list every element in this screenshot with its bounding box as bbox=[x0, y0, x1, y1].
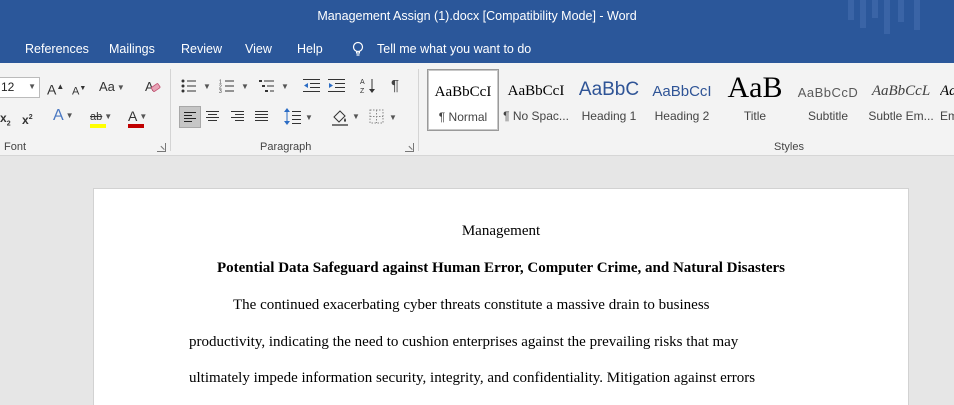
style-subtle-emphasis[interactable]: AaBbCcL Subtle Em... bbox=[865, 69, 937, 131]
tell-me-search[interactable]: Tell me what you want to do bbox=[377, 42, 531, 56]
style-no-spacing[interactable]: AaBbCcI ¶ No Spac... bbox=[500, 69, 572, 131]
align-right-icon[interactable] bbox=[230, 110, 246, 124]
font-color-swatch bbox=[128, 124, 144, 128]
svg-text:▼: ▼ bbox=[389, 113, 397, 122]
styles-gallery: AaBbCcI ¶ Normal AaBbCcI ¶ No Spac... Aa… bbox=[427, 69, 954, 131]
paragraph-group-label: Paragraph bbox=[260, 141, 312, 153]
svg-text:▼: ▼ bbox=[281, 82, 289, 91]
group-separator bbox=[418, 69, 419, 151]
tab-help[interactable]: Help bbox=[297, 42, 323, 56]
multilevel-list-icon[interactable]: ▼ bbox=[259, 79, 293, 93]
highlight-color-swatch bbox=[90, 124, 106, 128]
tab-mailings[interactable]: Mailings bbox=[109, 42, 155, 56]
body-line-1: The continued exacerbating cyber threats… bbox=[233, 297, 710, 313]
font-dialog-launcher-icon[interactable] bbox=[157, 143, 166, 152]
svg-text:Z: Z bbox=[360, 88, 365, 95]
show-formatting-marks-icon[interactable]: ¶ bbox=[391, 78, 399, 94]
svg-text:A: A bbox=[360, 79, 365, 86]
svg-text:▼: ▼ bbox=[241, 82, 249, 91]
shading-icon[interactable]: ▼ bbox=[330, 107, 362, 127]
superscript-icon[interactable]: x2 bbox=[22, 110, 33, 128]
align-center-icon[interactable] bbox=[205, 110, 221, 124]
sort-icon[interactable]: AZ bbox=[360, 77, 376, 95]
style-subtitle[interactable]: AaBbCcD Subtitle bbox=[792, 69, 864, 131]
document-page[interactable]: Management Potential Data Safeguard agai… bbox=[94, 189, 908, 405]
paragraph-dialog-launcher-icon[interactable] bbox=[405, 143, 414, 152]
svg-text:▼: ▼ bbox=[305, 113, 313, 122]
body-line-3: ultimately impede information security, … bbox=[189, 370, 756, 386]
increase-indent-icon[interactable] bbox=[328, 78, 346, 94]
tab-view[interactable]: View bbox=[245, 42, 272, 56]
align-left-icon bbox=[184, 112, 196, 122]
title-bar: Management Assign (1).docx [Compatibilit… bbox=[0, 0, 954, 34]
chevron-down-icon: ▼ bbox=[28, 82, 36, 91]
document-title: Potential Data Safeguard against Human E… bbox=[216, 260, 786, 276]
borders-icon[interactable]: ▼ bbox=[369, 108, 401, 126]
subscript-icon[interactable]: x2 bbox=[0, 110, 11, 132]
document-header-text: Management bbox=[461, 223, 541, 239]
decrease-indent-icon[interactable] bbox=[303, 78, 321, 94]
ribbon-tabs: References Mailings Review View Help Tel… bbox=[0, 34, 954, 63]
clear-formatting-icon[interactable]: A bbox=[144, 78, 162, 96]
change-case-icon[interactable]: Aa ▼ bbox=[99, 79, 125, 96]
window-title: Management Assign (1).docx [Compatibilit… bbox=[317, 9, 637, 23]
style-heading-1[interactable]: AaBbC Heading 1 bbox=[573, 69, 645, 131]
svg-text:3: 3 bbox=[219, 89, 222, 93]
body-line-2: productivity, indicating the need to cus… bbox=[189, 334, 739, 350]
line-spacing-icon[interactable]: ▼ bbox=[284, 108, 316, 126]
highlight-icon[interactable]: ab ▼ bbox=[90, 108, 112, 125]
style-emphasis[interactable]: Aa Em bbox=[938, 69, 954, 131]
styles-group-label: Styles bbox=[774, 141, 804, 153]
justify-icon[interactable] bbox=[254, 110, 270, 124]
group-separator bbox=[170, 69, 171, 151]
svg-text:▼: ▼ bbox=[352, 112, 360, 121]
font-group-label: Font bbox=[4, 141, 27, 153]
font-size-box[interactable]: 12 ▼ bbox=[0, 77, 40, 98]
ribbon: 12 ▼ A▲ A▼ Aa ▼ A x2 x2 A ▼ ab ▼ A ▼ Font ▼ … bbox=[0, 63, 954, 156]
style-heading-2[interactable]: AaBbCcI Heading 2 bbox=[646, 69, 718, 131]
font-size-value: 12 bbox=[1, 80, 15, 94]
tab-review[interactable]: Review bbox=[181, 42, 222, 56]
lightbulb-icon bbox=[352, 41, 364, 56]
numbering-icon[interactable]: 1 2 3 ▼ bbox=[219, 79, 253, 94]
font-color-icon[interactable]: A ▼ bbox=[128, 108, 147, 125]
bullets-icon[interactable]: ▼ bbox=[181, 79, 215, 93]
shrink-font-icon[interactable]: A▼ bbox=[72, 81, 86, 100]
align-left-button[interactable] bbox=[179, 106, 201, 128]
text-effects-icon[interactable]: A ▼ bbox=[53, 108, 74, 124]
svg-text:▼: ▼ bbox=[203, 82, 211, 91]
title-bar-pattern bbox=[844, 0, 954, 34]
tab-references[interactable]: References bbox=[25, 42, 89, 56]
style-normal[interactable]: AaBbCcI ¶ Normal bbox=[427, 69, 499, 131]
document-canvas: Management Potential Data Safeguard agai… bbox=[0, 156, 954, 405]
style-title[interactable]: AaB Title bbox=[719, 69, 791, 131]
grow-font-icon[interactable]: A▲ bbox=[47, 79, 64, 98]
